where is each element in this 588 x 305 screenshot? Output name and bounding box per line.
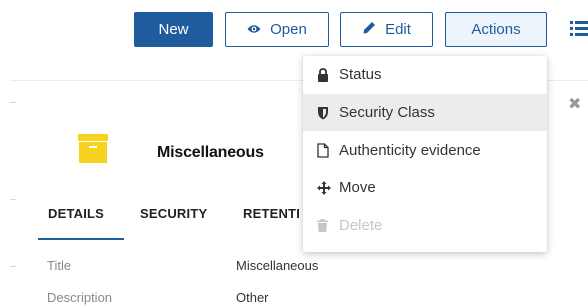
menu-item-security-class[interactable]: Security Class (303, 94, 547, 131)
field-label-description: Description (47, 290, 113, 305)
menu-item-label: Authenticity evidence (339, 142, 481, 159)
tab-retention[interactable]: RETENTION (243, 206, 300, 221)
menu-item-label: Status (339, 66, 382, 83)
folder-box-icon (78, 134, 108, 164)
edit-button-label: Edit (385, 21, 411, 38)
menu-item-label: Delete (339, 217, 383, 234)
menu-item-label: Security Class (339, 104, 435, 121)
active-tab-indicator (38, 238, 124, 240)
tab-security[interactable]: SECURITY (140, 206, 207, 221)
move-arrows-icon (317, 180, 335, 196)
actions-dropdown-menu: Status Security Class Authenticity evide… (303, 56, 547, 252)
trash-icon (317, 218, 335, 234)
open-button[interactable]: Open (225, 12, 329, 47)
menu-item-move[interactable]: Move (303, 169, 547, 206)
pencil-icon (362, 21, 376, 39)
menu-item-status[interactable]: Status (303, 56, 547, 93)
open-button-label: Open (270, 21, 307, 38)
close-icon: ✖ (568, 96, 582, 113)
record-title: Miscellaneous (157, 144, 264, 161)
menu-item-label: Move (339, 179, 376, 196)
edit-button[interactable]: Edit (340, 12, 433, 47)
list-icon (570, 21, 588, 42)
menu-item-authenticity-evidence[interactable]: Authenticity evidence (303, 132, 547, 169)
field-label-title: Title (47, 258, 72, 273)
list-view-button[interactable] (570, 20, 588, 38)
lock-icon (317, 67, 335, 83)
eye-icon (247, 21, 261, 38)
close-button[interactable]: ✖ (568, 94, 581, 114)
field-value-title: Miscellaneous (236, 258, 319, 273)
shield-icon (317, 105, 335, 121)
new-button[interactable]: New (134, 12, 213, 47)
actions-button[interactable]: Actions (445, 12, 547, 47)
document-icon (317, 143, 335, 159)
actions-button-label: Actions (471, 21, 521, 38)
new-button-label: New (158, 21, 189, 38)
field-value-description: Other (236, 290, 269, 305)
edge-tick (10, 199, 16, 200)
tab-details[interactable]: DETAILS (48, 206, 104, 221)
edge-tick (10, 266, 16, 267)
menu-item-delete: Delete (303, 207, 547, 244)
edge-tick (10, 102, 16, 103)
